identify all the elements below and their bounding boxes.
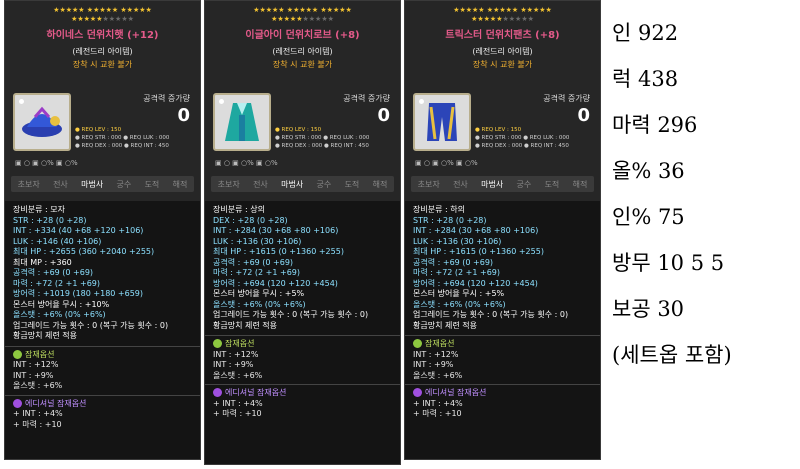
additional-potential-section: 에디셔널 잠재옵션 + INT : +4% + 마력 : +10 — [205, 384, 400, 423]
potential-section: 잠재옵션 INT : +12% INT : +9% 올스탯 : +6% — [5, 345, 200, 395]
misc-icons: ▣ ○ ▣ ○% ▣ ○% — [15, 159, 78, 167]
tooltip-header: ★★★★★ ★★★★★ ★★★★★ ★★★★★★★★★★ 하이네스 던위치햇 (+… — [5, 1, 200, 201]
summary-line: 인 922 — [612, 21, 679, 45]
summary-line: 올% 36 — [612, 159, 685, 183]
attack-increase-label: 공격력 증가량 — [543, 94, 590, 103]
summary-line: 럭 438 — [612, 67, 679, 91]
misc-icons: ▣ ○ ▣ ○% ▣ ○% — [215, 159, 278, 167]
item-grade: (레전드리 아이템) — [72, 47, 133, 56]
starforce-stars: ★★★★★ ★★★★★ ★★★★★ ★★★★★★★★★★ — [453, 6, 552, 23]
attack-increase-value: 0 — [177, 105, 190, 126]
stat-list: 장비분류 : 하의 STR : +28 (0 +28) INT : +284 (… — [413, 205, 569, 330]
item-tooltip-hat: ★★★★★ ★★★★★ ★★★★★ ★★★★★★★★★★ 하이네스 던위치햇 (+… — [4, 0, 201, 460]
trade-notice: 장착 시 교환 불가 — [472, 60, 533, 69]
additional-potential-section: 에디셔널 잠재옵션 + INT : +4% + 마력 : +10 — [405, 384, 600, 423]
additional-potential-section: 에디셔널 잠재옵션 + INT : +4% + 마력 : +10 — [5, 394, 200, 434]
legendary-potential-icon — [413, 339, 422, 348]
starforce-stars: ★★★★★ ★★★★★ ★★★★★ ★★★★★★★★★★ — [53, 6, 152, 23]
job-list: 초보자 전사 마법사 궁수 도적 해적 — [211, 176, 394, 192]
summary-line: 인% 75 — [612, 205, 685, 229]
summary-line: 마력 296 — [612, 113, 698, 137]
requirements: ● REQ LEV : 150 ● REQ STR : 000 ● REQ LU… — [475, 127, 570, 149]
item-grade: (레전드리 아이템) — [472, 47, 533, 56]
starforce-stars: ★★★★★ ★★★★★ ★★★★★ ★★★★★★★★★★ — [253, 6, 352, 23]
potential-section: 잠재옵션 INT : +12% INT : +9% 올스탯 : +6% — [205, 335, 400, 384]
attack-increase-value: 0 — [377, 105, 390, 126]
job-list: 초보자 전사 마법사 궁수 도적 해적 — [411, 176, 594, 192]
additional-potential-icon — [413, 388, 422, 397]
summary-line: 보공 30 — [612, 297, 685, 321]
legendary-potential-icon — [13, 349, 22, 359]
summary-line: 방무 10 5 5 — [612, 251, 725, 275]
additional-potential-icon — [213, 388, 222, 397]
item-title: 이글아이 던위치로브 (+8) — [245, 30, 360, 41]
stat-list: 장비분류 : 상의 DEX : +28 (0 +28) INT : +284 (… — [213, 205, 369, 330]
item-tooltip-robe: ★★★★★ ★★★★★ ★★★★★ ★★★★★★★★★★ 이글아이 던위치로브 (… — [204, 0, 401, 465]
attack-increase-label: 공격력 증가량 — [143, 94, 190, 103]
potential-section: 잠재옵션 INT : +12% INT : +9% 올스탯 : +6% — [405, 335, 600, 384]
misc-icons: ▣ ○ ▣ ○% ▣ ○% — [415, 159, 478, 167]
attack-increase-value: 0 — [577, 105, 590, 126]
hat-icon — [13, 93, 71, 151]
tooltip-header: ★★★★★ ★★★★★ ★★★★★ ★★★★★★★★★★ 트릭스터 던위치팬츠 (… — [405, 1, 600, 201]
item-grade: (레전드리 아이템) — [272, 47, 333, 56]
stat-list: 장비분류 : 모자 STR : +28 (0 +28) INT : +334 (… — [13, 205, 169, 340]
summary-line: (세트옵 포함) — [612, 343, 732, 367]
requirements: ● REQ LEV : 150 ● REQ STR : 000 ● REQ LU… — [275, 127, 370, 149]
stat-summary: 인 922 럭 438 마력 296 올% 36 인% 75 방무 10 5 5… — [612, 10, 797, 378]
job-list: 초보자 전사 마법사 궁수 도적 해적 — [11, 176, 194, 192]
additional-potential-icon — [13, 398, 22, 408]
item-title: 트릭스터 던위치팬츠 (+8) — [445, 30, 560, 41]
item-tooltip-pants: ★★★★★ ★★★★★ ★★★★★ ★★★★★★★★★★ 트릭스터 던위치팬츠 (… — [404, 0, 601, 460]
tooltip-header: ★★★★★ ★★★★★ ★★★★★ ★★★★★★★★★★ 이글아이 던위치로브 (… — [205, 1, 400, 201]
robe-icon — [213, 93, 271, 151]
pants-icon — [413, 93, 471, 151]
legendary-potential-icon — [213, 339, 222, 348]
requirements: ● REQ LEV : 150 ● REQ STR : 000 ● REQ LU… — [75, 127, 170, 149]
trade-notice: 장착 시 교환 불가 — [272, 60, 333, 69]
attack-increase-label: 공격력 증가량 — [343, 94, 390, 103]
item-title: 하이네스 던위치햇 (+12) — [46, 30, 159, 41]
trade-notice: 장착 시 교환 불가 — [72, 60, 133, 69]
